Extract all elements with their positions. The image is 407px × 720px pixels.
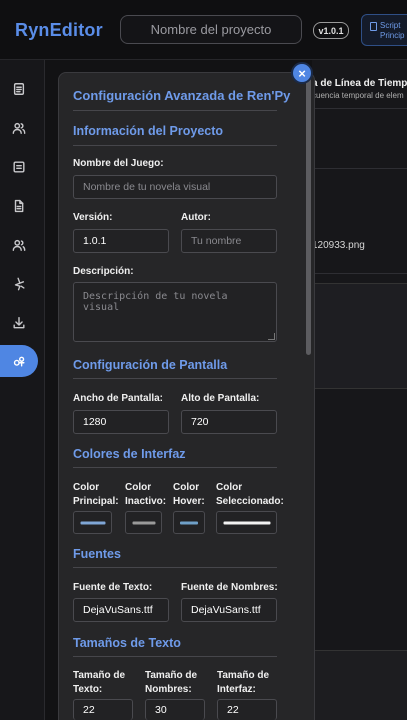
version-badge: v1.0.1	[313, 22, 349, 39]
timeline-title: a de Línea de Tiemp	[312, 78, 407, 89]
project-info-heading: Información del Proyecto	[73, 124, 224, 138]
divider	[73, 656, 277, 657]
timeline-subtitle: cuencia temporal de elem	[312, 91, 404, 100]
text-size-input[interactable]: 22	[73, 699, 133, 720]
close-button[interactable]: ×	[291, 62, 313, 84]
version-input[interactable]: 1.0.1	[73, 229, 169, 253]
color-swatch	[132, 521, 155, 524]
ui-size-input[interactable]: 22	[217, 699, 277, 720]
app-brand: RynEditor	[15, 20, 103, 40]
divider	[73, 467, 277, 468]
ui-size-label: Tamaño de Interfaz:	[217, 670, 270, 695]
screen-width-label: Ancho de Pantalla:	[73, 393, 164, 404]
timeline-file-name: 120933.png	[312, 240, 365, 251]
author-input[interactable]: Tu nombre	[181, 229, 277, 253]
sidebar-item-settings[interactable]	[0, 345, 38, 377]
screen-width-input[interactable]: 1280	[73, 410, 169, 434]
divider	[73, 110, 277, 111]
group-icon	[12, 239, 26, 251]
interface-colors-heading: Colores de Interfaz	[73, 447, 186, 461]
name-size-input[interactable]: 30	[145, 699, 205, 720]
screen-height-label: Alto de Pantalla:	[181, 393, 260, 404]
color-swatch	[223, 521, 270, 524]
note-icon	[13, 161, 25, 173]
script-button-line-2: Princip	[380, 31, 405, 40]
document-icon	[13, 83, 25, 95]
divider	[312, 168, 407, 169]
download-icon	[13, 317, 25, 329]
fonts-heading: Fuentes	[73, 547, 121, 561]
sidebar-item-files[interactable]	[0, 190, 38, 222]
users-icon	[12, 122, 26, 134]
settings-icon	[13, 356, 25, 367]
sidebar-item-groups[interactable]	[0, 229, 38, 261]
game-name-input[interactable]: Nombre de tu novela visual	[73, 175, 277, 199]
divider	[312, 108, 407, 109]
sidebar-item-notes[interactable]	[0, 151, 38, 183]
version-label: Versión:	[73, 212, 113, 223]
divider	[73, 567, 277, 568]
text-sizes-heading: Tamaños de Texto	[73, 636, 181, 650]
color-swatch	[80, 521, 105, 524]
timeline-panel	[312, 60, 407, 720]
name-font-label: Fuente de Nombres:	[181, 582, 278, 593]
text-font-input[interactable]: DejaVuSans.ttf	[73, 598, 169, 622]
screen-height-input[interactable]: 720	[181, 410, 277, 434]
primary-color-picker[interactable]	[73, 511, 112, 534]
sparkle-icon	[14, 277, 25, 291]
hover-color-picker[interactable]	[173, 511, 205, 534]
name-font-input[interactable]: DejaVuSans.ttf	[181, 598, 277, 622]
divider	[73, 378, 277, 379]
screen-config-heading: Configuración de Pantalla	[73, 358, 228, 372]
color-swatch	[180, 521, 198, 524]
author-label: Autor:	[181, 212, 211, 223]
scrollbar-thumb[interactable]	[306, 78, 311, 355]
project-name-field[interactable]: Nombre del proyecto	[120, 15, 302, 44]
text-size-label: Tamaño de Texto:	[73, 670, 126, 695]
sidebar-item-document[interactable]	[0, 73, 38, 105]
description-label: Descripción:	[73, 266, 134, 277]
resize-handle[interactable]	[268, 333, 275, 340]
primary-color-label: Color Principal:	[73, 482, 119, 507]
description-textarea[interactable]: Descripción de tu novela visual	[73, 282, 277, 342]
game-name-label: Nombre del Juego:	[73, 158, 164, 169]
file-icon	[14, 199, 24, 213]
script-icon	[370, 22, 377, 31]
panel-title: Configuración Avanzada de Ren'Py	[73, 88, 291, 103]
main-script-button[interactable]: Script Princip	[361, 14, 407, 46]
selected-color-picker[interactable]	[216, 511, 277, 534]
hover-color-label: Color Hover:	[173, 482, 205, 507]
top-bar: RynEditor Nombre del proyecto v1.0.1 Scr…	[0, 0, 407, 60]
timeline-card[interactable]	[312, 283, 407, 389]
timeline-card[interactable]	[312, 650, 407, 720]
divider	[73, 145, 277, 146]
sidebar-item-export[interactable]	[0, 307, 38, 339]
script-button-line-1: Script	[380, 21, 401, 30]
inactive-color-label: Color Inactivo:	[125, 482, 167, 507]
name-size-label: Tamaño de Nombres:	[145, 670, 198, 695]
selected-color-label: Color Seleccionado:	[216, 482, 284, 507]
inactive-color-picker[interactable]	[125, 511, 162, 534]
text-font-label: Fuente de Texto:	[73, 582, 153, 593]
sidebar	[0, 60, 45, 720]
sidebar-item-effects[interactable]	[0, 268, 38, 300]
divider	[312, 273, 407, 274]
sidebar-item-characters[interactable]	[0, 112, 38, 144]
